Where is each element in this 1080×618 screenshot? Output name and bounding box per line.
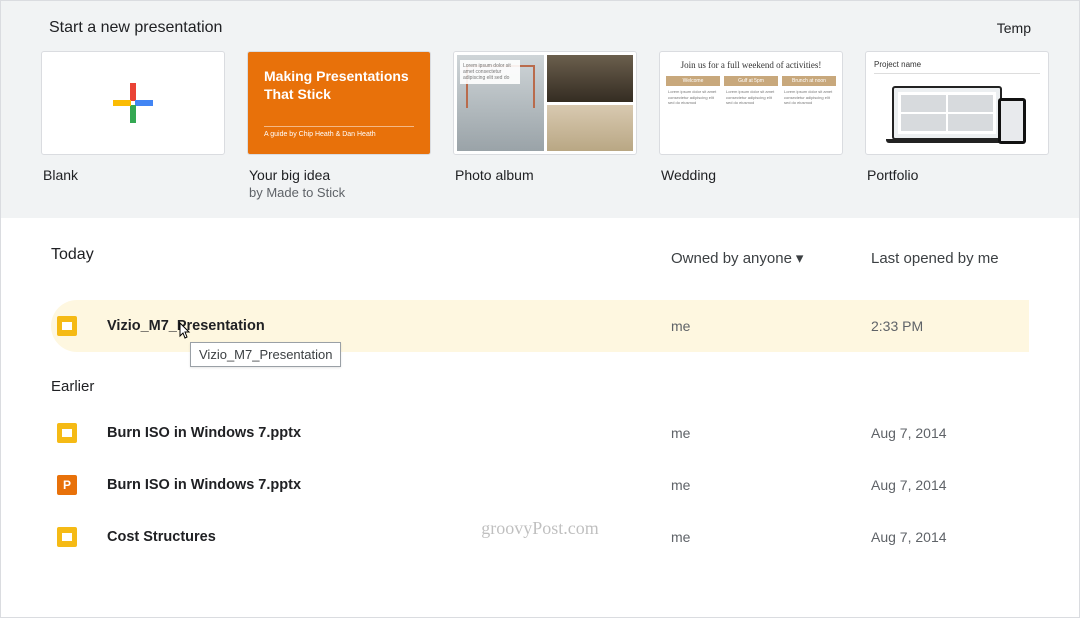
file-owner: me <box>671 477 871 493</box>
file-date: Aug 7, 2014 <box>871 477 1029 493</box>
slides-icon <box>57 527 77 547</box>
wedding-banner: Join us for a full weekend of activities… <box>666 60 836 70</box>
chevron-down-icon: ▾ <box>796 249 804 267</box>
file-owner: me <box>671 529 871 545</box>
templates-heading: Start a new presentation <box>49 19 222 37</box>
file-date: 2:33 PM <box>871 318 1029 334</box>
template-title: Portfolio <box>865 155 1049 185</box>
portfolio-label: Project name <box>874 60 1040 69</box>
date-header: Last opened by me <box>871 250 1029 267</box>
template-title: Wedding <box>659 155 843 185</box>
phone-icon <box>998 98 1026 144</box>
list-header: Today Owned by anyone ▾ Last opened by m… <box>51 240 1029 300</box>
file-date: Aug 7, 2014 <box>871 425 1029 441</box>
file-row[interactable]: Cost Structures me Aug 7, 2014 <box>51 511 1029 563</box>
template-card-big-idea[interactable]: Making Presentations That Stick A guide … <box>247 51 431 200</box>
templates-section: Start a new presentation Temp Blank <box>1 1 1079 218</box>
file-row[interactable]: Burn ISO in Windows 7.pptx me Aug 7, 201… <box>51 407 1029 459</box>
file-date: Aug 7, 2014 <box>871 529 1029 545</box>
file-owner: me <box>671 318 871 334</box>
template-title: Your big idea <box>247 155 431 185</box>
section-today: Today <box>51 240 671 276</box>
powerpoint-icon: P <box>57 475 77 495</box>
laptop-icon <box>892 86 1002 140</box>
plus-icon <box>42 52 224 154</box>
file-row[interactable]: P Burn ISO in Windows 7.pptx me Aug 7, 2… <box>51 459 1029 511</box>
owner-filter-dropdown[interactable]: Owned by anyone ▾ <box>671 249 871 267</box>
slides-icon <box>57 423 77 443</box>
file-list-area: Today Owned by anyone ▾ Last opened by m… <box>1 218 1079 563</box>
slide-headline: Making Presentations That Stick <box>264 68 414 103</box>
template-title: Photo album <box>453 155 637 185</box>
file-name: Burn ISO in Windows 7.pptx <box>107 425 671 441</box>
slide-byline: A guide by Chip Heath & Dan Heath <box>264 126 414 138</box>
template-card-portfolio[interactable]: Project name Portfolio <box>865 51 1049 200</box>
owner-filter-label: Owned by anyone <box>671 250 792 267</box>
file-name: Cost Structures <box>107 529 671 545</box>
template-subtitle: by Made to Stick <box>247 185 431 200</box>
template-card-wedding[interactable]: Join us for a full weekend of activities… <box>659 51 843 200</box>
template-card-blank[interactable]: Blank <box>41 51 225 200</box>
template-gallery-link[interactable]: Temp <box>997 20 1031 36</box>
file-tooltip: Vizio_M7_Presentation <box>190 342 341 367</box>
template-card-photo-album[interactable]: Lorem ipsum dolor sit amet consectetur a… <box>453 51 637 200</box>
file-name: Burn ISO in Windows 7.pptx <box>107 477 671 493</box>
template-title: Blank <box>41 155 225 185</box>
file-owner: me <box>671 425 871 441</box>
slides-icon <box>57 316 77 336</box>
